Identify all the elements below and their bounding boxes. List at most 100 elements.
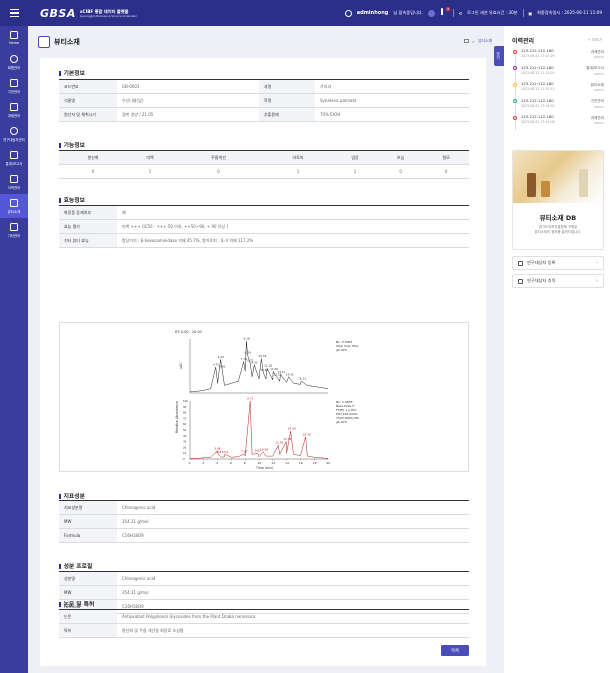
chevron-right-icon: › <box>596 278 598 284</box>
series-line-pda <box>189 341 329 393</box>
main-content: 뷰티소재 > 뷰티소재 기본정보 코드번호 GB-0001 과명 가지과 식물명 우산나… <box>28 26 504 673</box>
left-nav: Home 회원관리 기관관리 과제관리 연구대상자관리 통계/보고서 이력관리 … <box>0 26 28 673</box>
peak-label: 7.78 <box>241 357 247 361</box>
timeline-dot <box>512 66 517 70</box>
breadcrumb: > 뷰티소재 <box>463 38 492 44</box>
nav-projects[interactable]: 과제관리 <box>0 98 28 122</box>
logo-caption: Gyeonggido Business & Science Accelerato… <box>79 14 138 18</box>
paper-patent-table: 논문 Antioxidant Polyphenol Glycosides from… <box>59 609 469 638</box>
section-title-efficacy: 효능정보 <box>59 195 85 204</box>
peak-label: 4.65 <box>219 365 225 369</box>
chromatogram-image: RT: 0.00 - 20.00 8.18 7.78 8.34 3.73 10.34 4.4… <box>59 322 469 472</box>
nav-home[interactable]: Home <box>0 26 28 50</box>
table-row: 기타 뷰티 효능 항당이치 : β-hexosaminidase 억제 45.7%… <box>59 233 469 248</box>
breadcrumb-current[interactable]: 뷰티소재 <box>478 38 492 44</box>
history-more-link[interactable]: + 더보기 <box>588 38 602 43</box>
peak-label: 16.11 <box>298 377 306 381</box>
section-title-function: 기능정보 <box>59 140 85 149</box>
notification-bell-icon[interactable]: 3 <box>440 7 450 17</box>
edit-icon <box>10 198 18 207</box>
peak-label: 8.18 <box>243 337 249 341</box>
page-header: 뷰티소재 <box>38 32 512 52</box>
bottle-image <box>527 173 536 197</box>
nav-subjects[interactable]: 연구대상자관리 <box>0 122 28 146</box>
y-tick-label: 10 <box>183 451 187 455</box>
y-tick-label: 30 <box>183 440 187 444</box>
history-item[interactable]: 123.212.112.180 2023.08.22 17:14:08 과제관리… <box>512 114 604 131</box>
logo-text: GBSA <box>40 6 76 20</box>
y-tick-label: 50 <box>183 428 187 432</box>
y-tick-label: 70 <box>183 416 187 420</box>
page-edit-icon <box>38 36 50 48</box>
y-tick-label: 100 <box>183 399 188 403</box>
user-icon <box>10 54 18 63</box>
page-title: 뷰티소재 <box>54 38 80 46</box>
table-row: 논문 Antioxidant Polyphenol Glycosides from… <box>59 609 469 624</box>
section-title-paper: 논문 및 특허 <box>59 599 95 608</box>
list-icon <box>10 222 18 231</box>
section-title-component: 성분 프로필 <box>59 561 93 570</box>
peak-label: 4.43 <box>218 355 224 359</box>
history-item[interactable]: 123.212.112.180 2023.08.22 17:15:20 통계/보… <box>512 65 604 82</box>
table-row: 지표성분명 Chlorogenic acid <box>59 500 469 515</box>
list-button[interactable]: 목록 <box>441 645 469 656</box>
peak-label: 13.95 <box>283 437 291 441</box>
history-item[interactable]: 123.212.112.180 2023.08.22 17:15:13 뷰티소재… <box>512 81 604 98</box>
y-tick-label: 20 <box>183 445 187 449</box>
layers-icon <box>518 278 523 284</box>
peak-label: 16.76 <box>303 432 311 436</box>
index-component-table: 지표성분명 Chlorogenic acid MW 354.31 g/mol For… <box>59 500 469 543</box>
chromatogram-chart: RT: 0.00 - 20.008.187.788.343.7310.344.4… <box>175 330 359 470</box>
beauty-db-banner[interactable]: 뷰티소재 DB 경기도과학진흥원에 구축된 뷰티소재의 정보를 알려드립니다. <box>512 150 604 250</box>
x-tick-label: 20 <box>327 461 331 465</box>
subject-register-link[interactable]: 연구대상자 등록 › <box>512 256 604 270</box>
history-item[interactable]: 123.212.112.180 2023.08.22 17:15:29 과제관리… <box>512 48 604 65</box>
bottle-image <box>541 181 550 197</box>
y-axis-label-top: uAU <box>179 362 183 369</box>
info-text-top: gb-025 <box>336 348 347 352</box>
peak-label: 14.31 <box>286 372 294 376</box>
user-name: adminhong <box>356 10 389 16</box>
x-tick-label: 10 <box>258 461 262 465</box>
peak-label: 5.04 <box>222 450 228 454</box>
nav-statistics[interactable]: 통계/보고서 <box>0 146 28 170</box>
nav-members[interactable]: 회원관리 <box>0 50 28 74</box>
settings-icon[interactable] <box>427 9 435 17</box>
peak-label: 9.32 <box>251 360 257 364</box>
panel-collapse-button[interactable]: 접기 <box>494 46 504 66</box>
nav-etc[interactable]: 기타관리 <box>0 218 28 242</box>
basic-info-table: 코드번호 GB-0001 과명 가지과 식물명 우산나물(잎) 학명 Synelesis p… <box>59 79 469 122</box>
peak-label: 12.78 <box>275 441 283 445</box>
timeline-dot <box>512 49 517 54</box>
nav-beauty-material[interactable]: 뷰티소재 <box>0 194 28 218</box>
table-header-row: 항산화 미백 주름개선 아토피 염증 보습 탈모 <box>59 150 469 165</box>
history-item[interactable]: 123.212.112.180 2023.08.22 17:14:30 기관관리… <box>512 98 604 115</box>
nav-institutions[interactable]: 기관관리 <box>0 74 28 98</box>
info-text-bottom: gb-025 <box>336 420 347 424</box>
efficacy-info-table: 화장품 등재여부 예 효능 평가 미백 +++ [IC50 : +++ 50 이하,… <box>59 205 469 248</box>
peak-label: 10.62 <box>260 368 268 372</box>
section-title-basic: 기본정보 <box>59 68 85 77</box>
y-tick-label: 40 <box>183 434 187 438</box>
peak-label: 14.59 <box>288 427 296 431</box>
menu-icon[interactable] <box>0 0 28 26</box>
people-icon <box>10 126 18 135</box>
logo[interactable]: GBSA xCIBF 통합 데이터 플랫폼 Gyeonggido Busines… <box>40 7 137 20</box>
table-row: 코드번호 GB-0001 과명 가지과 <box>59 79 469 94</box>
document-icon <box>10 174 18 183</box>
table-row: 성분명 Chlorogenic acid <box>59 571 469 586</box>
subject-track-link[interactable]: 연구대상자 추적 › <box>512 274 604 288</box>
table-row: 효능 평가 미백 +++ [IC50 : +++ 50 이하, ++50~90, … <box>59 219 469 234</box>
table-row: Formula C16H18O9 <box>59 528 469 543</box>
nav-history[interactable]: 이력관리 <box>0 170 28 194</box>
user-suffix: 님 접속중입니다. <box>393 10 423 15</box>
y-tick-label: 0 <box>183 457 185 461</box>
timeline-dot <box>512 82 517 87</box>
x-tick-label: 16 <box>299 461 303 465</box>
divider <box>452 9 454 17</box>
peak-label: 13.11 <box>277 370 285 374</box>
peak-label: 7.87 <box>241 449 247 453</box>
right-panel: 이력관리 + 더보기 123.212.112.180 2023.08.22 17… <box>504 26 610 673</box>
home-icon[interactable] <box>463 39 469 43</box>
bottle-image <box>579 169 588 197</box>
